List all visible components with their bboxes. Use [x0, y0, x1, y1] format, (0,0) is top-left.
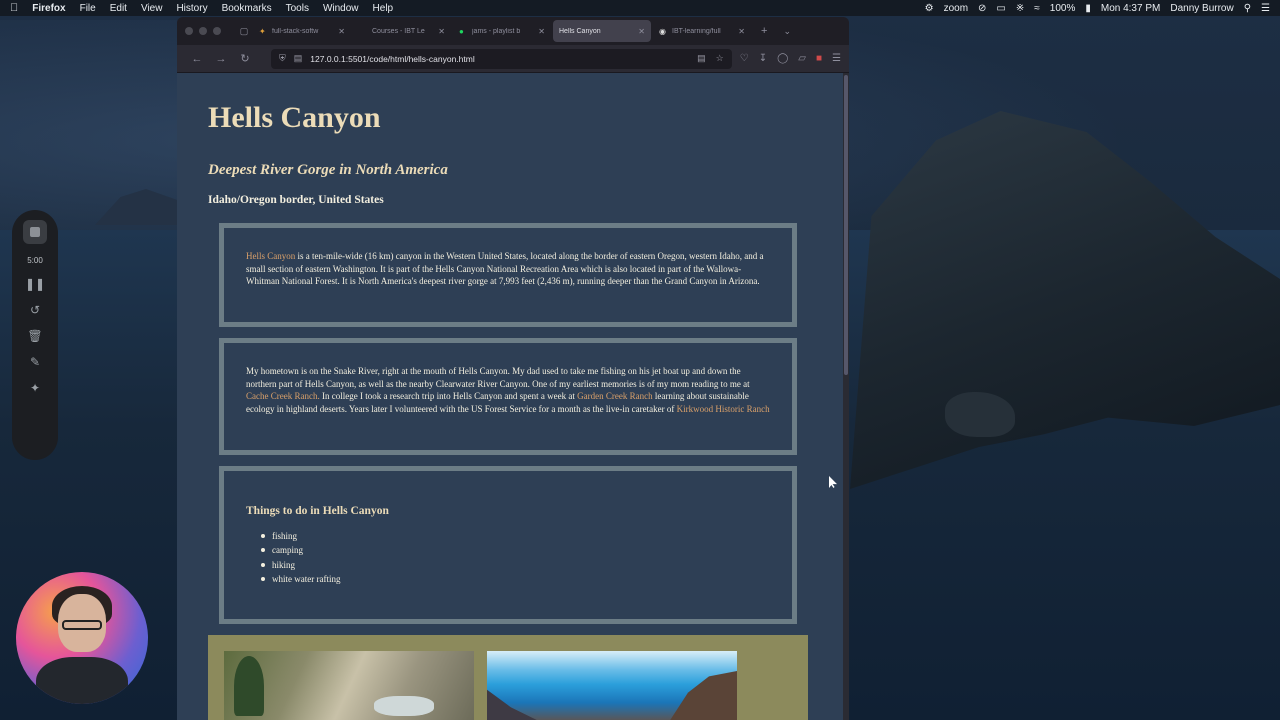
- spotlight-search-icon[interactable]: ⚲: [1244, 3, 1251, 14]
- forward-icon[interactable]: →: [209, 53, 233, 65]
- menu-help[interactable]: Help: [373, 3, 394, 14]
- page-title: Hells Canyon: [208, 101, 381, 134]
- trash-icon[interactable]: 🗑: [27, 329, 42, 343]
- tab-overview-icon[interactable]: ▢: [235, 26, 253, 37]
- back-icon[interactable]: ←: [185, 53, 209, 65]
- effects-icon[interactable]: ✦: [30, 381, 40, 395]
- url-text[interactable]: 127.0.0.1:5501/code/html/hells-canyon.ht…: [310, 54, 687, 64]
- list-item: camping: [261, 543, 770, 557]
- things-to-do-list: fishing camping hiking white water rafti…: [246, 529, 770, 586]
- hamburger-menu-icon[interactable]: ☰: [832, 53, 841, 64]
- apple-icon[interactable]: : [10, 2, 18, 14]
- battery-icon: ▮: [1085, 2, 1091, 14]
- canyon-sky-photo: [487, 651, 737, 720]
- menubar-datetime[interactable]: Mon 4:37 PM: [1101, 3, 1160, 14]
- menu-edit[interactable]: Edit: [110, 3, 127, 14]
- things-to-do-section: Things to do in Hells Canyon fishing cam…: [219, 466, 797, 624]
- download-icon[interactable]: ↧: [759, 53, 767, 64]
- close-icon[interactable]: ✕: [738, 27, 745, 36]
- zoom-status[interactable]: zoom: [944, 3, 968, 14]
- wifi-icon[interactable]: ≈: [1034, 3, 1040, 14]
- circle-icon[interactable]: ⊘: [978, 3, 986, 14]
- restart-icon[interactable]: ↺: [30, 303, 40, 317]
- intro-paragraph: Hells Canyon is a ten-mile-wide (16 km) …: [246, 251, 764, 287]
- tab-spotify[interactable]: ● jams - playlist b ✕: [453, 20, 551, 42]
- extension-icon[interactable]: ■: [816, 53, 822, 64]
- web-page-content: Hells Canyon Deepest River Gorge in Nort…: [177, 73, 843, 720]
- reload-icon[interactable]: ↻: [233, 52, 257, 65]
- intro-section: Hells Canyon is a ten-mile-wide (16 km) …: [219, 223, 797, 327]
- scrollbar-thumb[interactable]: [844, 75, 848, 375]
- bookmark-star-icon[interactable]: ☆: [716, 53, 724, 64]
- cache-creek-ranch-link[interactable]: Cache Creek Ranch.: [246, 391, 320, 401]
- url-bar[interactable]: ⛨ ▤ 127.0.0.1:5501/code/html/hells-canyo…: [271, 48, 732, 69]
- spotify-icon: ●: [459, 26, 464, 36]
- zoom-window-button[interactable]: [213, 27, 221, 35]
- mac-menubar:  Firefox File Edit View History Bookmar…: [0, 0, 1280, 16]
- recording-timer: 5:00: [27, 256, 43, 265]
- tab-courses[interactable]: Courses - IBT Le ✕: [353, 20, 451, 42]
- close-window-button[interactable]: [185, 27, 193, 35]
- shield-icon[interactable]: ⛨: [279, 53, 286, 64]
- canyon-river-photo: [224, 651, 474, 720]
- menu-tools[interactable]: Tools: [286, 3, 309, 14]
- photo-gallery: [208, 635, 808, 720]
- story-paragraph: My hometown is on the Snake River, right…: [246, 366, 770, 414]
- menu-app-name[interactable]: Firefox: [32, 3, 65, 14]
- garden-creek-ranch-link[interactable]: Garden Creek Ranch: [577, 391, 652, 401]
- navigation-toolbar: ← → ↻ ⛨ ▤ 127.0.0.1:5501/code/html/hells…: [177, 45, 849, 73]
- battery-percent[interactable]: 100%: [1050, 3, 1076, 14]
- page-subtitle: Deepest River Gorge in North America: [208, 162, 448, 178]
- github-icon: ◉: [659, 26, 666, 36]
- close-icon[interactable]: ✕: [538, 27, 545, 36]
- menu-window[interactable]: Window: [323, 3, 359, 14]
- story-section: My hometown is on the Snake River, right…: [219, 338, 797, 455]
- page-icon: [359, 27, 368, 36]
- menubar-status-area: ⚙ zoom ⊘ ▭ ※ ≈ 100% ▮ Mon 4:37 PM Danny …: [925, 3, 1270, 14]
- bluetooth-icon[interactable]: ※: [1016, 3, 1024, 14]
- list-item: white water rafting: [261, 572, 770, 586]
- toolbar-icons: ♡ ↧ ◯ ▱ ■ ☰: [740, 53, 841, 64]
- menubar-user[interactable]: Danny Burrow: [1170, 3, 1233, 14]
- extensions-icon[interactable]: ▱: [798, 53, 806, 64]
- pause-icon[interactable]: ❚❚: [25, 277, 45, 291]
- account-icon[interactable]: ◯: [777, 53, 788, 64]
- tab-github[interactable]: ◉ IBT-learning/full ✕: [653, 20, 751, 42]
- page-scrollbar[interactable]: [843, 73, 849, 720]
- slack-icon: ✦: [259, 26, 266, 36]
- page-location: Idaho/Oregon border, United States: [208, 194, 384, 206]
- close-icon[interactable]: ✕: [438, 27, 445, 36]
- firefox-window: ▢ ✦ full-stack-softw ✕ Courses - IBT Le …: [177, 17, 849, 720]
- chevron-down-icon[interactable]: ⌄: [783, 26, 791, 37]
- stop-icon: [30, 227, 40, 237]
- menu-view[interactable]: View: [141, 3, 163, 14]
- tab-slack[interactable]: ✦ full-stack-softw ✕: [253, 20, 351, 42]
- menu-history[interactable]: History: [176, 3, 207, 14]
- list-item: fishing: [261, 529, 770, 543]
- close-icon[interactable]: ✕: [638, 27, 645, 36]
- stop-recording-button[interactable]: [23, 220, 47, 244]
- things-to-do-heading: Things to do in Hells Canyon: [246, 505, 389, 517]
- new-tab-icon[interactable]: +: [761, 25, 767, 37]
- tab-bar: ▢ ✦ full-stack-softw ✕ Courses - IBT Le …: [177, 17, 849, 45]
- tab-hells-canyon[interactable]: Hells Canyon ✕: [553, 20, 651, 42]
- screen-recorder-toolbar: 5:00 ❚❚ ↺ 🗑 ✎ ✦: [12, 210, 58, 460]
- gear-icon[interactable]: ⚙: [925, 3, 934, 14]
- pocket-icon[interactable]: ♡: [740, 53, 749, 64]
- list-item: hiking: [261, 558, 770, 572]
- reader-view-icon[interactable]: ▤: [697, 53, 706, 64]
- screen-share-icon[interactable]: ▭: [996, 3, 1005, 14]
- hells-canyon-link[interactable]: Hells Canyon: [246, 251, 295, 261]
- minimize-window-button[interactable]: [199, 27, 207, 35]
- page-info-icon[interactable]: ▤: [294, 53, 303, 64]
- control-center-icon[interactable]: ☰: [1261, 3, 1270, 14]
- close-icon[interactable]: ✕: [338, 27, 345, 36]
- pencil-icon[interactable]: ✎: [30, 355, 40, 369]
- window-controls: [185, 27, 221, 35]
- webcam-overlay: [16, 572, 148, 704]
- menu-bookmarks[interactable]: Bookmarks: [222, 3, 272, 14]
- menu-file[interactable]: File: [80, 3, 96, 14]
- kirkwood-historic-ranch-link[interactable]: Kirkwood Historic Ranch: [677, 404, 770, 414]
